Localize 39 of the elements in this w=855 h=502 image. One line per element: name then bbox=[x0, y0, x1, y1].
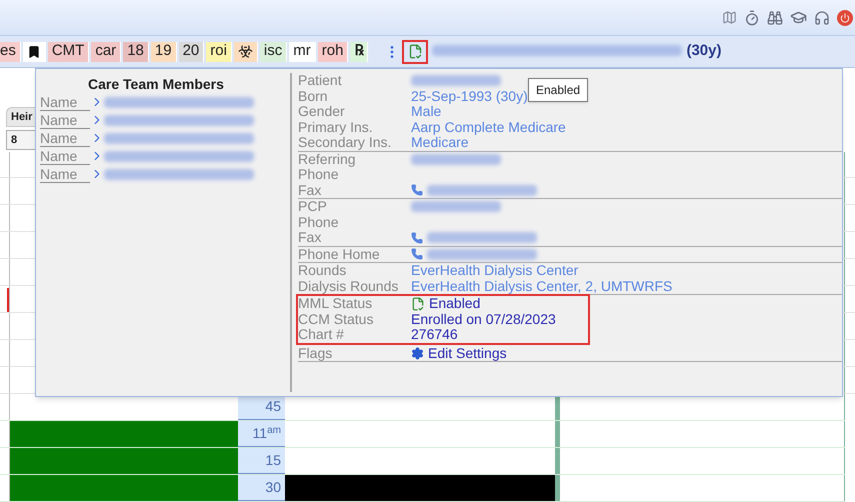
patient-age: (30y) bbox=[686, 41, 722, 62]
detail-label: Born bbox=[298, 88, 329, 104]
detail-value: EverHealth Dialysis Center, 2, UMTWRFS bbox=[411, 278, 672, 294]
member-label: Name bbox=[40, 166, 90, 182]
detail-label: MML Status bbox=[298, 296, 374, 312]
detail-label: Fax bbox=[298, 182, 322, 198]
detail-label: Phone Home bbox=[298, 246, 381, 262]
member-label: Name bbox=[40, 148, 90, 164]
care-team-title: Care Team Members bbox=[88, 75, 225, 93]
detail-label: Chart # bbox=[298, 327, 345, 342]
detail-label: Rounds bbox=[298, 263, 348, 278]
detail-label: Dialysis Rounds bbox=[298, 278, 400, 294]
detail-value: Male bbox=[411, 104, 442, 120]
detail-label: Phone bbox=[298, 167, 338, 182]
detail-value: 276746 bbox=[411, 327, 458, 342]
status-value: Enabled bbox=[429, 296, 480, 312]
detail-label: Patient bbox=[298, 73, 343, 88]
detail-value: Medicare bbox=[411, 135, 469, 150]
detail-label: Secondary Ins. bbox=[298, 135, 392, 150]
detail-label: CCM Status bbox=[298, 312, 374, 327]
detail-value: Enrolled on 07/28/2023 bbox=[411, 312, 556, 327]
detail-value: EverHealth Dialysis Center bbox=[411, 263, 578, 278]
detail-value: 25-Sep-1993 (30y) bbox=[411, 88, 528, 104]
member-label: Name bbox=[40, 112, 90, 128]
detail-label: Flags bbox=[298, 346, 334, 361]
time-label: 11$^{am}$ bbox=[252, 424, 281, 443]
tooltip: Enabled bbox=[528, 78, 588, 102]
time-label: 15 bbox=[265, 451, 281, 470]
detail-label: Fax bbox=[298, 230, 322, 246]
detail-label: Gender bbox=[298, 104, 346, 120]
time-label: 45 bbox=[265, 397, 281, 416]
member-label: Name bbox=[40, 94, 90, 110]
detail-label: Primary Ins. bbox=[298, 120, 374, 135]
detail-label: PCP bbox=[298, 199, 328, 214]
detail-value: Aarp Complete Medicare bbox=[411, 120, 566, 135]
time-label: 30 bbox=[265, 478, 281, 497]
member-label: Name bbox=[40, 130, 90, 146]
detail-label: Referring bbox=[298, 152, 357, 167]
detail-label: Phone bbox=[298, 214, 340, 230]
